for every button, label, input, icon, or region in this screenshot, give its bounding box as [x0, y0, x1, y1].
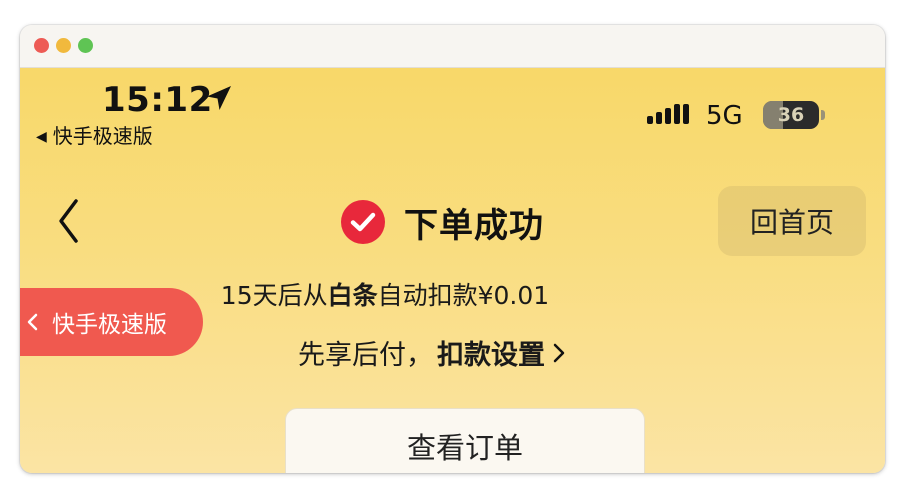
- status-time: 15:12: [102, 80, 213, 120]
- close-window-button[interactable]: [34, 38, 49, 53]
- pay-later-text: 先享后付，: [298, 340, 433, 371]
- chevron-left-icon: [27, 313, 38, 331]
- maximize-window-button[interactable]: [78, 38, 93, 53]
- return-to-app-label: 快手极速版: [52, 312, 167, 338]
- page-title: 下单成功: [404, 205, 544, 246]
- payment-settings-link[interactable]: 扣款设置: [437, 333, 545, 372]
- return-to-app-pill[interactable]: 快手极速版: [20, 288, 203, 356]
- network-type: 5G: [706, 101, 743, 131]
- payment-method: 白条: [327, 281, 378, 310]
- location-arrow-icon: [207, 86, 231, 110]
- back-to-app-label: 快手极速版: [52, 124, 153, 148]
- back-triangle-icon: ◀: [36, 129, 47, 145]
- back-to-app-link[interactable]: ◀ 快手极速版: [36, 120, 153, 149]
- phone-screen: 15:12 ◀ 快手极速版 5G 36 下单成功 回首页 15天后从白条自动扣款…: [20, 68, 885, 473]
- home-button[interactable]: 回首页: [718, 186, 866, 256]
- payment-settings-row: 先享后付， 扣款设置: [298, 333, 567, 372]
- payment-info-prefix: 15天后从: [220, 281, 328, 310]
- check-circle-icon: [341, 200, 385, 244]
- window-titlebar: [20, 25, 885, 68]
- battery-icon: 36: [763, 101, 819, 129]
- battery-cap: [821, 110, 825, 120]
- page-title-group: 下单成功: [340, 198, 544, 246]
- signal-icon: [647, 104, 689, 124]
- chevron-right-icon[interactable]: [551, 342, 567, 364]
- back-chevron-icon[interactable]: [54, 196, 84, 246]
- payment-info-suffix: 自动扣款¥0.01: [377, 281, 550, 310]
- battery-percent: 36: [777, 104, 805, 126]
- minimize-window-button[interactable]: [56, 38, 71, 53]
- browser-window: 15:12 ◀ 快手极速版 5G 36 下单成功 回首页 15天后从白条自动扣款…: [20, 25, 885, 473]
- view-order-button[interactable]: 查看订单: [285, 408, 645, 473]
